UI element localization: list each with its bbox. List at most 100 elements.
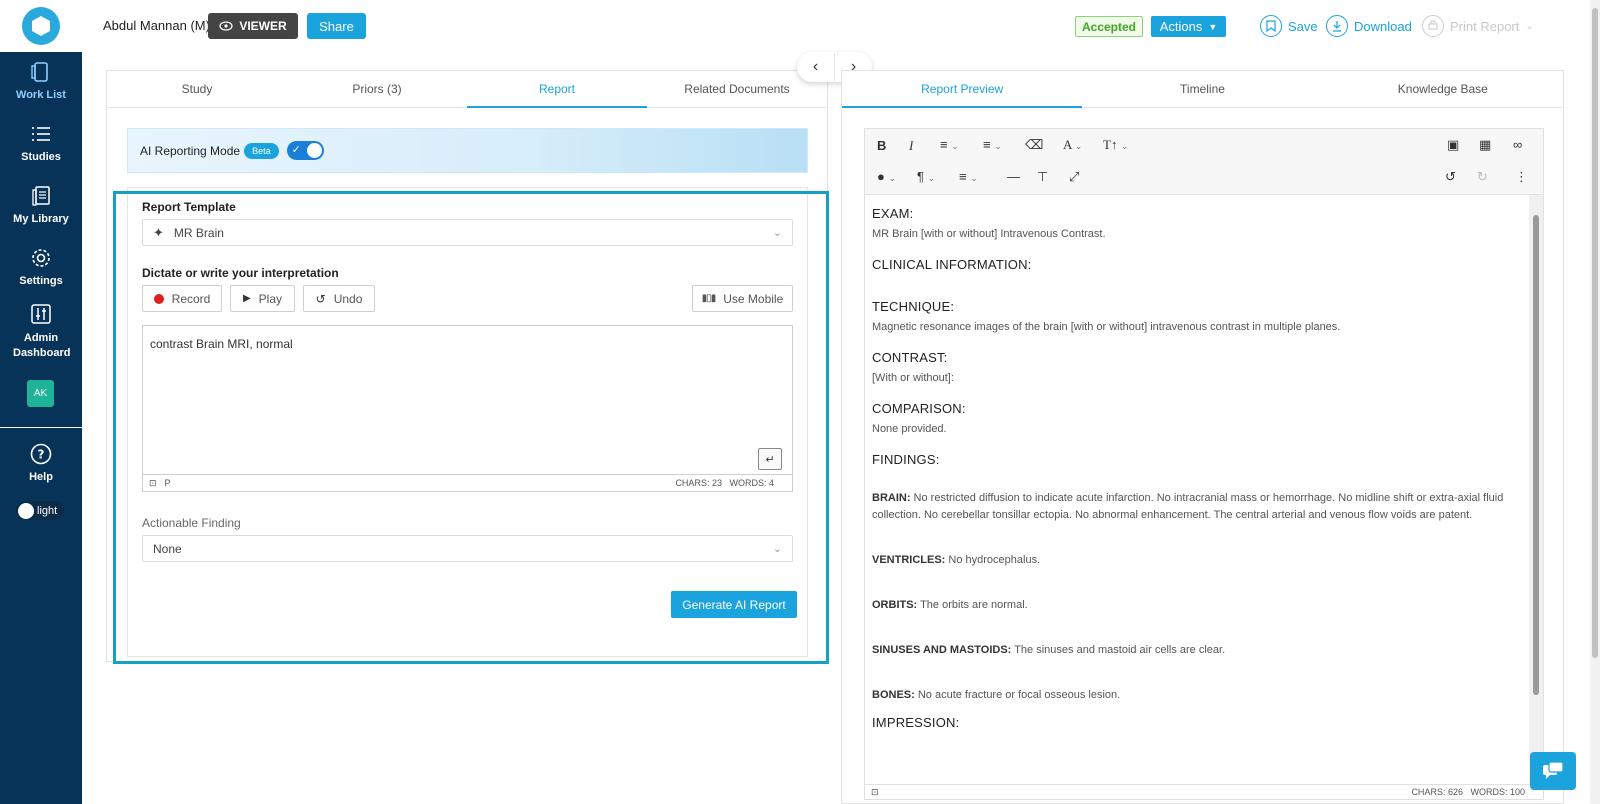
eye-icon <box>219 21 233 31</box>
tab-study[interactable]: Study <box>107 71 287 107</box>
undo-icon[interactable]: ↺ <box>1445 169 1456 185</box>
save-button[interactable]: Save <box>1260 14 1318 38</box>
fullscreen-icon[interactable]: ⤢ <box>1069 169 1079 185</box>
use-mobile-button[interactable]: ▮▯▮ Use Mobile <box>692 285 793 312</box>
undo-button[interactable]: ↺ Undo <box>303 285 375 312</box>
paragraph-icon[interactable]: ¶ ⌄ <box>917 169 935 184</box>
more-icon[interactable]: ⋮ <box>1515 169 1528 185</box>
ai-mode-label: AI Reporting Mode <box>140 143 241 158</box>
left-tabs: Study Priors (3) Report Related Document… <box>107 71 827 108</box>
report-document[interactable]: EXAM: MR Brain [with or without] Intrave… <box>865 195 1527 785</box>
right-tabs: Report Preview Timeline Knowledge Base <box>842 71 1563 108</box>
italic-icon[interactable]: I <box>909 138 913 154</box>
use-mobile-label: Use Mobile <box>723 291 784 306</box>
chat-button[interactable] <box>1530 752 1576 790</box>
contrast-text: [With or without]: <box>872 372 954 384</box>
download-icon <box>1326 15 1348 37</box>
actions-button[interactable]: Actions ▼ <box>1151 16 1226 37</box>
sidebar-item-settings[interactable]: Settings <box>0 246 82 287</box>
ai-mode-toggle[interactable]: ✓ <box>286 141 324 160</box>
finding-bones: BONES: No acute fracture or focal osseou… <box>872 687 1520 704</box>
scrollbar-thumb[interactable] <box>1592 8 1598 658</box>
theme-toggle[interactable]: light <box>16 501 64 520</box>
actionable-select[interactable]: None ⌄ <box>142 535 793 562</box>
download-button[interactable]: Download <box>1326 14 1412 38</box>
tab-report[interactable]: Report <box>467 71 647 108</box>
bullet-list-icon[interactable]: ≡ ⌄ <box>940 137 959 152</box>
sidebar: Work List Studies My Library Settings Ad… <box>0 0 82 804</box>
left-panel: Study Priors (3) Report Related Document… <box>106 70 828 662</box>
template-select[interactable]: ✦ MR Brain ⌄ <box>142 219 793 246</box>
share-button[interactable]: Share <box>307 13 366 39</box>
template-label: Report Template <box>142 200 236 214</box>
format-painter-icon[interactable]: ⊤ <box>1037 169 1048 185</box>
image-icon[interactable]: ▣ <box>1447 137 1459 153</box>
dictate-label: Dictate or write your interpretation <box>142 266 339 280</box>
bold-icon[interactable]: B <box>877 138 886 153</box>
finding-orbits: ORBITS: The orbits are normal. <box>872 597 1520 614</box>
section-heading: FINDINGS: <box>872 452 940 467</box>
editor-scrollbar[interactable] <box>1529 195 1543 785</box>
beta-badge: Beta <box>244 142 279 159</box>
editor-status-bar: ⊡ CHARS: 626 WORDS: 100 <box>865 784 1543 799</box>
font-size-icon[interactable]: T↑ ⌄ <box>1103 137 1128 153</box>
finding-text: No restricted diffusion to indicate acut… <box>872 492 1504 521</box>
status-icon: ⊡ <box>871 786 879 797</box>
sidebar-item-label: Settings <box>19 275 63 287</box>
numbered-list-icon[interactable]: ≡ ⌄ <box>983 137 1002 152</box>
svg-text:?: ? <box>38 448 45 462</box>
avatar[interactable]: AK <box>27 380 54 407</box>
play-button[interactable]: ▶ Play <box>230 285 295 312</box>
table-icon[interactable]: ▦ <box>1479 137 1491 153</box>
check-icon: ✓ <box>291 144 301 156</box>
library-icon <box>32 186 50 206</box>
viewer-button[interactable]: VIEWER <box>208 13 298 39</box>
viewer-label: VIEWER <box>239 19 287 33</box>
page-scrollbar[interactable] <box>1590 0 1600 804</box>
redo-icon[interactable]: ↻ <box>1477 169 1488 185</box>
chevron-down-icon: ▼ <box>1208 21 1218 32</box>
record-icon <box>153 293 164 304</box>
eraser-icon[interactable]: ⌫ <box>1025 137 1043 153</box>
sidebar-item-admin-dashboard[interactable]: Admin Dashboard <box>0 302 82 361</box>
worklist-icon <box>31 62 48 82</box>
sliders-icon <box>31 304 51 324</box>
interpretation-textarea[interactable]: contrast Brain MRI, normal <box>142 325 793 475</box>
technique-text: Magnetic resonance images of the brain [… <box>872 321 1341 333</box>
finding-key: BONES: <box>872 689 915 701</box>
chevron-left-icon[interactable]: ‹ <box>797 58 834 76</box>
section-heading: COMPARISON: <box>872 401 966 416</box>
horizontal-rule-icon[interactable]: — <box>1007 169 1020 184</box>
app-logo[interactable] <box>22 7 60 45</box>
right-panel: Report Preview Timeline Knowledge Base B… <box>841 70 1564 804</box>
enter-icon[interactable]: ↵ <box>758 448 782 470</box>
play-label: Play <box>258 291 283 306</box>
scrollbar-thumb[interactable] <box>1533 215 1539 695</box>
align-icon[interactable]: ≡ ⌄ <box>959 169 978 184</box>
generate-ai-report-button[interactable]: Generate AI Report <box>671 591 797 618</box>
tab-report-preview[interactable]: Report Preview <box>842 71 1083 108</box>
actions-label: Actions <box>1159 19 1203 34</box>
ai-reporting-banner: AI Reporting Mode Beta ✓ <box>127 128 808 173</box>
sidebar-item-work-list[interactable]: Work List <box>0 60 82 101</box>
textarea-status-bar: ⊡ P CHARS: 23 WORDS: 4 <box>142 475 793 492</box>
tab-priors[interactable]: Priors (3) <box>287 71 467 107</box>
tab-knowledge-base[interactable]: Knowledge Base <box>1323 71 1563 107</box>
tab-timeline[interactable]: Timeline <box>1082 71 1322 107</box>
editor-toolbar: B I ≡ ⌄ ≡ ⌄ ⌫ A ⌄ T↑ ⌄ ▣ ▦ ∞ ● ⌄ ¶ ⌄ ≡ ⌄… <box>865 129 1543 195</box>
play-icon: ▶ <box>242 293 251 304</box>
sidebar-item-help[interactable]: ? Help <box>0 442 82 483</box>
sidebar-item-label: Studies <box>21 151 61 163</box>
link-icon[interactable]: ∞ <box>1513 137 1522 152</box>
sidebar-item-my-library[interactable]: My Library <box>0 184 82 225</box>
actionable-value: None <box>153 541 182 556</box>
sidebar-item-label: My Library <box>13 213 69 225</box>
font-color-icon[interactable]: A ⌄ <box>1063 137 1082 153</box>
sidebar-item-studies[interactable]: Studies <box>0 122 82 163</box>
toggle-knob <box>306 143 322 158</box>
words-count: WORDS: 100 <box>1470 787 1525 797</box>
theme-label: light <box>37 504 58 517</box>
fill-color-icon[interactable]: ● ⌄ <box>877 169 896 184</box>
record-button[interactable]: Record <box>142 285 222 312</box>
print-report-button[interactable]: Print Report ⌄ <box>1422 14 1534 38</box>
